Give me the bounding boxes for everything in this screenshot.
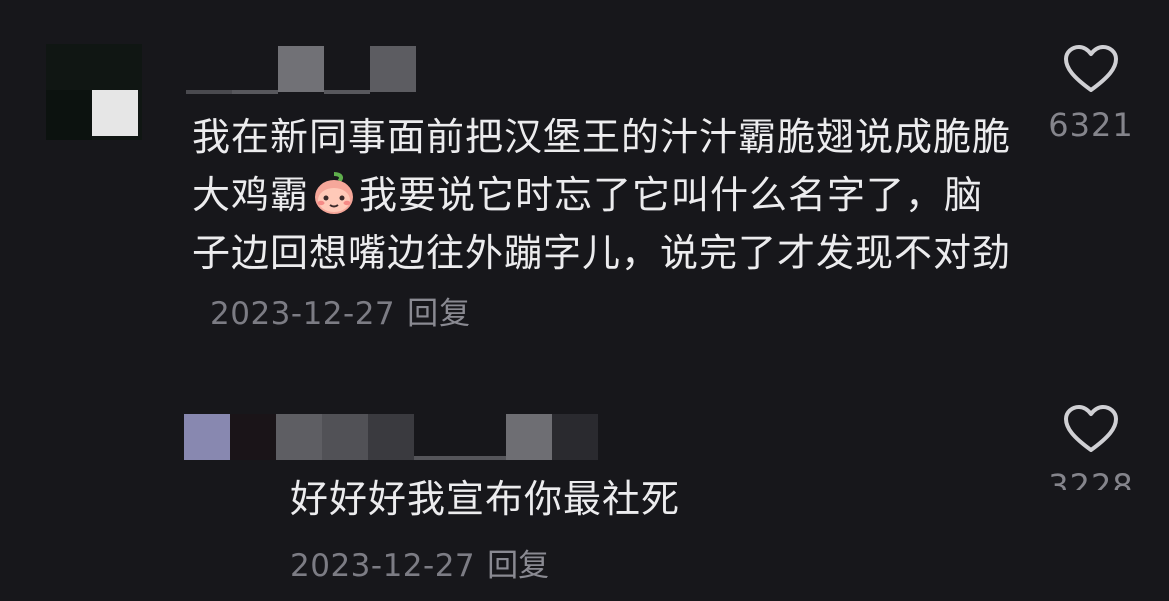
reply-button[interactable]: 回复 <box>487 548 549 584</box>
comment-text: 我在新同事面前把汉堡王的汁汁霸脆翅说成脆脆大鸡霸 我要说它时忘了它叫什么名字了，… <box>192 108 1022 343</box>
reply-button[interactable]: 回复 <box>407 296 471 332</box>
reply-username-obscured[interactable] <box>276 414 598 460</box>
like-count: 6321 <box>1048 106 1134 144</box>
like-button[interactable]: 3228 <box>1045 404 1137 490</box>
reply-avatar[interactable] <box>184 414 276 460</box>
heart-icon <box>1064 405 1118 452</box>
comment-avatar[interactable] <box>46 44 142 140</box>
reply-text: 好好好我宣布你最社死 <box>290 477 681 521</box>
comment-username-obscured[interactable] <box>186 46 416 94</box>
reply-meta: 2023-12-27 回复 <box>290 540 549 585</box>
blushing-peach-face-emoji <box>315 172 354 214</box>
comment-date: 2023-12-27 <box>210 296 396 332</box>
avatar-pixel-block <box>92 90 138 136</box>
avatar-pixel-block <box>46 90 92 140</box>
like-count: 3228 <box>1048 467 1134 490</box>
reply-date: 2023-12-27 <box>290 548 476 584</box>
like-button[interactable]: 6321 <box>1045 44 1137 144</box>
heart-icon <box>1064 45 1118 92</box>
